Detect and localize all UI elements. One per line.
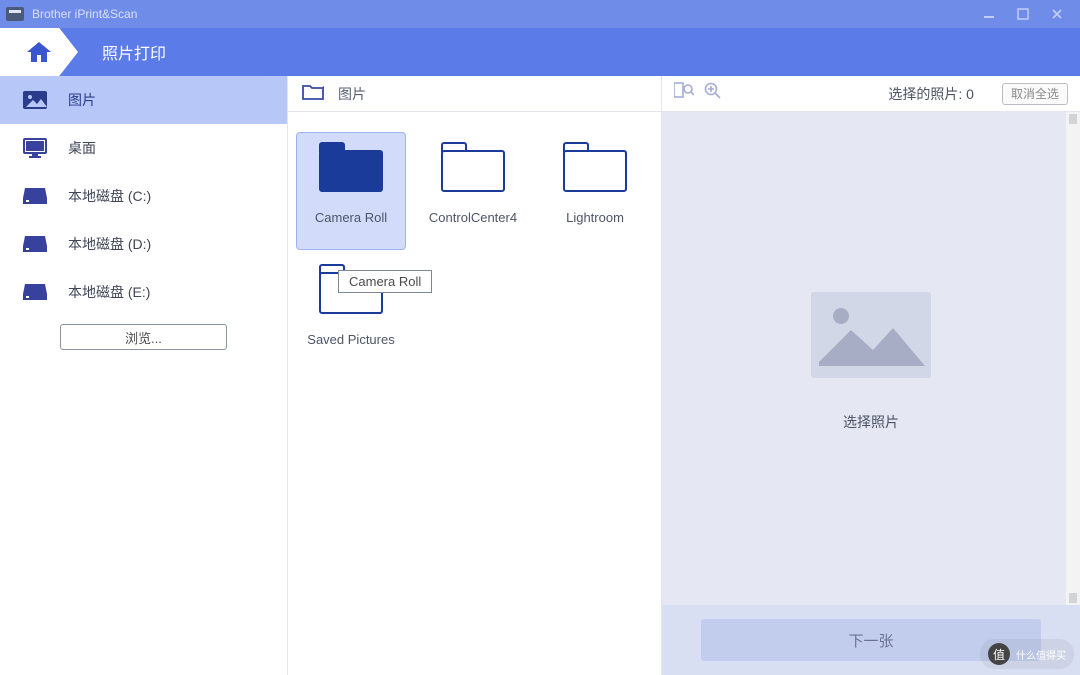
section-title: 照片打印 [102, 40, 166, 64]
sidebar-item-pictures[interactable]: 图片 [0, 76, 287, 124]
preview-placeholder-text: 选择照片 [843, 412, 899, 432]
zoom-fit-icon[interactable] [674, 82, 694, 105]
window-titlebar: Brother iPrint&Scan [0, 0, 1080, 28]
monitor-icon [22, 138, 48, 158]
disk-icon [22, 234, 48, 254]
browse-button[interactable]: 浏览... [60, 324, 227, 350]
folder-grid: Camera Roll ControlCenter4 Lightroom Sav… [296, 132, 653, 372]
disk-icon [22, 282, 48, 302]
folder-icon [319, 142, 383, 192]
app-title: Brother iPrint&Scan [32, 7, 137, 21]
preview-scrollbar[interactable] [1066, 112, 1080, 605]
sidebar-item-label: 图片 [68, 90, 96, 110]
sidebar: 图片 桌面 本地磁盘 (C:) 本地磁盘 (D:) 本地磁盘 (E:) [0, 76, 288, 675]
image-icon [22, 90, 48, 110]
folder-label: Lightroom [566, 210, 624, 244]
folder-label: ControlCenter4 [429, 210, 517, 244]
deselect-all-button[interactable]: 取消全选 [1002, 83, 1068, 105]
folder-label: Camera Roll [315, 210, 387, 244]
zoom-in-icon[interactable] [704, 82, 722, 105]
folder-icon [441, 142, 505, 192]
close-button[interactable] [1040, 0, 1074, 28]
folder-label: Saved Pictures [307, 332, 394, 366]
sidebar-item-disk-c[interactable]: 本地磁盘 (C:) [0, 172, 287, 220]
folder-camera-roll[interactable]: Camera Roll [296, 132, 406, 250]
preview-panel: 选择的照片: 0 取消全选 选择照片 下一张 [662, 76, 1080, 675]
breadcrumb-label: 图片 [338, 84, 366, 104]
sidebar-item-label: 本地磁盘 (E:) [68, 282, 150, 302]
file-browser: 图片 Camera Roll ControlCenter4 Lightroom [288, 76, 662, 675]
maximize-button[interactable] [1006, 0, 1040, 28]
preview-area: 选择照片 [662, 112, 1080, 605]
sidebar-item-label: 本地磁盘 (C:) [68, 186, 151, 206]
disk-icon [22, 186, 48, 206]
sidebar-item-disk-e[interactable]: 本地磁盘 (E:) [0, 268, 287, 316]
image-placeholder-icon [811, 292, 931, 378]
home-button[interactable] [0, 28, 78, 76]
sidebar-item-disk-d[interactable]: 本地磁盘 (D:) [0, 220, 287, 268]
section-header: 照片打印 [0, 28, 1080, 76]
sidebar-item-desktop[interactable]: 桌面 [0, 124, 287, 172]
sidebar-item-label: 桌面 [68, 138, 96, 158]
hover-tooltip: Camera Roll [338, 270, 432, 293]
selected-count-label: 选择的照片: 0 [888, 84, 974, 104]
minimize-button[interactable] [972, 0, 1006, 28]
app-icon [6, 7, 24, 21]
preview-toolbar: 选择的照片: 0 取消全选 [662, 76, 1080, 112]
breadcrumb-bar: 图片 [288, 76, 661, 112]
sidebar-item-label: 本地磁盘 (D:) [68, 234, 151, 254]
up-folder-button[interactable] [302, 82, 324, 105]
next-button[interactable]: 下一张 [701, 619, 1041, 661]
next-bar: 下一张 [662, 605, 1080, 675]
home-icon [26, 41, 52, 63]
folder-controlcenter4[interactable]: ControlCenter4 [418, 132, 528, 250]
folder-icon [563, 142, 627, 192]
folder-lightroom[interactable]: Lightroom [540, 132, 650, 250]
